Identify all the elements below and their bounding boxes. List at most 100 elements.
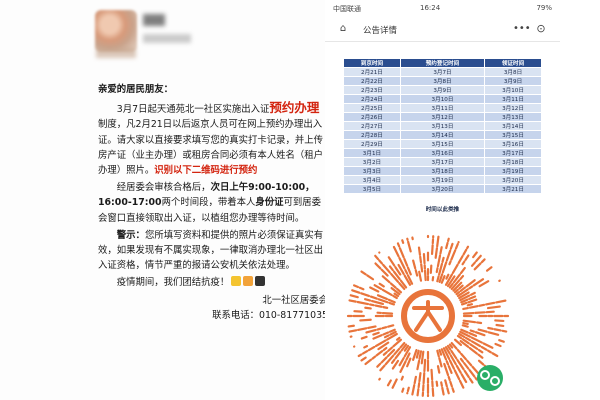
qr-ray-segment (382, 346, 388, 352)
qr-ray-segment (407, 240, 412, 253)
table-row: 2月21日 3月7日 3月8日 (343, 67, 542, 77)
qr-ray-segment (413, 375, 418, 385)
qr-ray-segment (474, 331, 486, 337)
qr-ray-segment (463, 369, 470, 379)
qr-ray-segment (438, 262, 444, 276)
qr-ray-segment (388, 328, 396, 333)
qr-ray-segment (468, 285, 474, 290)
table-cell: 3月15日 (399, 139, 486, 149)
qr-ray-segment (351, 289, 361, 294)
qr-ray-segment (468, 305, 479, 309)
qr-ray-segment (378, 282, 385, 288)
qr-ray-segment (418, 270, 423, 282)
qr-ray-segment (435, 380, 439, 387)
strong-arm-icon (243, 276, 254, 287)
table-row: 2月29日 3月15日 3月16日 (343, 139, 542, 149)
qr-ray-segment (359, 318, 372, 322)
p2-text-a: 经居委会审核合格后， (116, 182, 211, 194)
qr-ray-segment (470, 261, 476, 267)
table-cell: 3月5日 (343, 184, 401, 194)
table-cell: 3月16日 (484, 139, 542, 149)
qr-ray-segment (378, 377, 381, 381)
qr-ray-segment (462, 311, 475, 315)
header-pickup: 领证时间 (484, 58, 542, 68)
p1-text-a: 3月7日起天通苑北一社区实施出入证 (116, 104, 270, 116)
qr-ray-segment (440, 381, 444, 387)
more-icon[interactable]: ••• (513, 23, 531, 35)
qr-ray-segment (406, 386, 410, 393)
qr-ray-segment (434, 247, 439, 259)
qr-ray-segment (360, 270, 367, 276)
qr-ray-segment (464, 254, 470, 261)
qr-ray-segment (448, 343, 454, 349)
qr-ray-segment (356, 300, 370, 306)
qr-ray-segment (453, 288, 459, 294)
qr-ray-segment (395, 336, 401, 341)
qr-ray-segment (438, 357, 443, 368)
table-row: 2月25日 3月11日 3月12日 (343, 103, 542, 113)
qr-ray-segment (447, 375, 451, 382)
table-cell: 3月15日 (484, 130, 542, 140)
qr-ray-segment (370, 299, 384, 306)
qr-ray-segment (450, 249, 457, 261)
qr-ray-segment (463, 362, 470, 370)
table-row: 3月2日 3月17日 3月18日 (343, 157, 542, 167)
qr-ray-segment (430, 244, 434, 256)
close-icon[interactable]: ⊙ (535, 23, 547, 35)
table-cell: 2月24日 (343, 94, 401, 104)
table-cell: 3月14日 (484, 121, 542, 131)
qr-ray-segment (485, 301, 496, 306)
qr-ray-segment (441, 261, 448, 274)
qr-ray-segment (491, 352, 499, 358)
qr-ray-segment (406, 266, 412, 276)
avatar[interactable] (95, 10, 137, 52)
qr-ray-segment (461, 324, 469, 328)
table-cell: 3月16日 (399, 148, 486, 158)
qr-ray-segment (360, 356, 367, 362)
qr-ray-segment (391, 378, 398, 389)
qr-ray-segment (374, 304, 383, 308)
qr-ray-segment (458, 379, 465, 389)
qr-ray-segment (485, 266, 493, 272)
qr-ray-segment (372, 334, 383, 340)
qr-ray-segment (371, 355, 377, 360)
qr-ray-segment (381, 275, 391, 284)
contact-phone[interactable]: 联系电话：010-81771035 (98, 308, 328, 323)
qr-ray-segment (417, 246, 422, 256)
table-cell: 3月18日 (484, 157, 542, 167)
qr-ray-segment (438, 348, 443, 356)
qr-ray-segment (382, 351, 388, 356)
qr-ray-segment (459, 274, 465, 281)
qr-ray-segment (456, 334, 463, 340)
qr-ray-segment (374, 262, 382, 270)
table-cell: 2月27日 (343, 121, 401, 131)
qr-ray-segment (367, 345, 376, 352)
qr-ray-segment (441, 256, 445, 264)
qr-ray-segment (360, 292, 371, 298)
p2-text-b: 两个时间段，带着本人 (161, 197, 256, 209)
paragraph-booking: 3月7日起天通苑北一社区实施出入证预约办理制度，凡2月21日以后返京人员可在网上… (98, 100, 328, 178)
p1-qr-instruction: 识别以下二维码进行预约 (154, 165, 258, 177)
table-header-row: 到京时间 预约登记时间 领证时间 (343, 58, 542, 68)
qr-ray-segment (466, 245, 470, 250)
qr-ray-segment (475, 254, 482, 263)
qr-ray-segment (401, 239, 405, 244)
qr-ray-segment (435, 267, 439, 274)
qr-ray-segment (447, 237, 450, 243)
qr-ray-segment (451, 387, 455, 393)
qr-ray-segment (376, 362, 382, 368)
table-row: 3月5日 3月20日 3月21日 (343, 184, 542, 194)
qr-ray-segment (449, 380, 453, 388)
qr-ray-segment (460, 301, 468, 306)
qr-ray-segment (469, 291, 476, 296)
home-icon[interactable]: ⌂ (337, 23, 349, 35)
qr-code[interactable] (338, 232, 518, 400)
qr-ray-segment (369, 286, 380, 293)
qr-ray-segment (456, 348, 461, 354)
qr-ray-segment (398, 247, 405, 259)
qr-logo-ring (401, 289, 455, 343)
qr-ray-segment (473, 262, 482, 271)
qr-ray-segment (387, 346, 393, 352)
qr-ray-segment (382, 331, 390, 336)
table-cell: 3月4日 (343, 175, 401, 185)
